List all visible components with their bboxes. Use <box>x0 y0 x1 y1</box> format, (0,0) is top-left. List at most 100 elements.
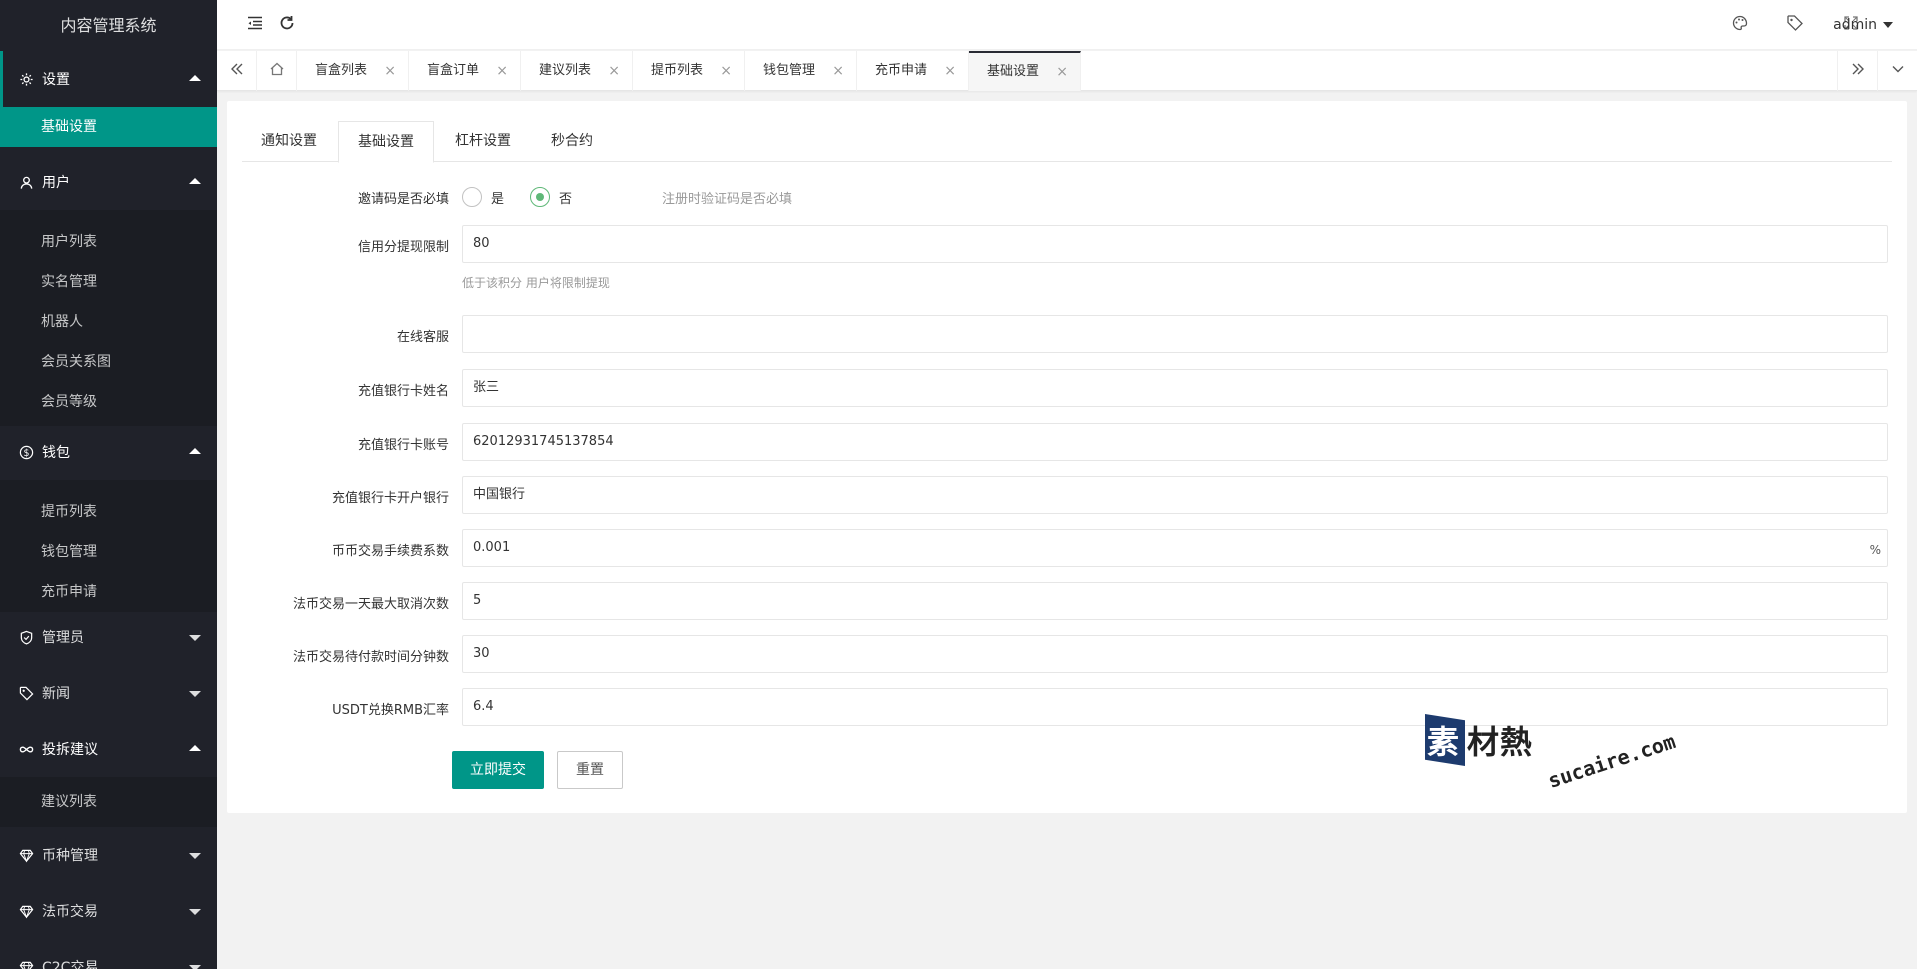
sidebar-group-label: 管理员 <box>42 630 84 646</box>
tabs-scroll-right-button[interactable] <box>1837 51 1877 91</box>
credit-limit-input[interactable]: 80 <box>462 225 1888 263</box>
theme-button[interactable] <box>1715 0 1765 50</box>
radio-circle <box>530 187 550 207</box>
tab-label: 盲盒列表 <box>315 63 368 78</box>
watermark: 素 材熱 sucaire.com <box>1425 712 1678 793</box>
online-service-input[interactable] <box>462 315 1888 353</box>
tab-label: 提币列表 <box>651 63 704 78</box>
sidebar-group-suggestions[interactable]: 投拆建议 <box>0 721 217 777</box>
app-logo-title[interactable]: 内容管理系统 <box>0 0 217 51</box>
page-tabs-bar: 盲盒列表 × 盲盒订单 × 建议列表 × 提币列表 × 钱包管理 × 充币申请 × 基础设置… <box>217 51 1917 91</box>
sidebar-item-basic-settings[interactable]: 基础设置 <box>0 107 217 147</box>
submit-button[interactable]: 立即提交 <box>452 751 544 789</box>
sidebar-group-label: 法币交易 <box>42 904 98 920</box>
chevron-down-icon <box>189 691 201 697</box>
sidebar-group-c2c-trade[interactable]: C2C交易 <box>0 939 217 969</box>
tab-leverage-settings[interactable]: 杠杆设置 <box>436 121 530 162</box>
sidebar-group-label: 钱包 <box>42 445 70 461</box>
home-tab[interactable] <box>257 51 297 91</box>
radio-circle <box>462 187 482 207</box>
pay-timeout-input[interactable]: 30 <box>462 635 1888 673</box>
page-tabs: 盲盒列表 × 盲盒订单 × 建议列表 × 提币列表 × 钱包管理 × 充币申请 × 基础设置… <box>297 51 1081 91</box>
close-icon[interactable]: × <box>944 51 956 91</box>
invite-required-tip: 注册时验证码是否必填 <box>662 192 793 207</box>
bank-branch-input[interactable]: 中国银行 <box>462 476 1888 514</box>
tab-blindbox-list[interactable]: 盲盒列表 × <box>297 51 409 91</box>
percent-suffix: % <box>1869 543 1881 557</box>
settings-tabs: 通知设置 基础设置 杠杆设置 秒合约 <box>242 121 1892 163</box>
sidebar-item-suggestion-list[interactable]: 建议列表 <box>0 782 217 822</box>
double-chevron-right-icon <box>1850 61 1866 81</box>
invite-required-row: 邀请码是否必填 是 否 注册时验证码是否必填 <box>227 181 1907 213</box>
radio-label: 是 <box>491 191 505 207</box>
tab-deposit-apply[interactable]: 充币申请 × <box>857 51 969 91</box>
fee-rate-row: 币币交易手续费系数 0.001 % <box>227 529 1907 567</box>
bank-branch-label: 充值银行卡开户银行 <box>331 491 449 506</box>
credit-limit-label: 信用分提现限制 <box>357 240 449 255</box>
sidebar-item-robot[interactable]: 机器人 <box>0 302 217 342</box>
tab-basic-settings[interactable]: 基础设置 × <box>969 51 1081 91</box>
invite-required-no-radio[interactable]: 否 <box>530 187 572 207</box>
sidebar-group-news[interactable]: 新闻 <box>0 665 217 721</box>
fee-rate-label: 币币交易手续费系数 <box>331 544 449 559</box>
sidebar-group-users[interactable]: 用户 <box>0 154 217 210</box>
cancel-limit-input[interactable]: 5 <box>462 582 1888 620</box>
sidebar-item-deposit-apply[interactable]: 充币申请 <box>0 572 217 612</box>
user-menu[interactable]: admin <box>1833 0 1893 50</box>
sidebar-item-wallet-manage[interactable]: 钱包管理 <box>0 532 217 572</box>
close-icon[interactable]: × <box>496 51 508 91</box>
diamond-icon <box>18 959 34 969</box>
close-icon[interactable]: × <box>1056 53 1068 91</box>
close-icon[interactable]: × <box>608 51 620 91</box>
sidebar-item-realname[interactable]: 实名管理 <box>0 262 217 302</box>
sidebar-item-user-list[interactable]: 用户列表 <box>0 222 217 262</box>
tab-blindbox-orders[interactable]: 盲盒订单 × <box>409 51 521 91</box>
sidebar-group-coin-manage[interactable]: 币种管理 <box>0 827 217 883</box>
sidebar-item-member-graph[interactable]: 会员关系图 <box>0 342 217 382</box>
sidebar-group-settings[interactable]: 设置 <box>0 51 217 107</box>
refresh-button[interactable] <box>262 0 312 50</box>
bank-name-label: 充值银行卡姓名 <box>357 384 449 399</box>
tabs-scroll-left-button[interactable] <box>217 51 257 91</box>
sidebar-group-wallet[interactable]: $ 钱包 <box>0 424 217 480</box>
tab-wallet-manage[interactable]: 钱包管理 × <box>745 51 857 91</box>
settings-card: 通知设置 基础设置 杠杆设置 秒合约 邀请码是否必填 是 否 注册时验证码是否必… <box>227 101 1907 813</box>
online-service-row: 在线客服 <box>227 315 1907 353</box>
pay-timeout-row: 法币交易待付款时间分钟数 30 <box>227 635 1907 673</box>
tab-label: 建议列表 <box>539 63 592 78</box>
online-service-label: 在线客服 <box>396 330 449 345</box>
note-button[interactable] <box>1770 0 1820 50</box>
bank-account-input[interactable]: 62012931745137854 <box>462 423 1888 461</box>
diamond-icon <box>18 847 34 863</box>
sidebar-group-label: 币种管理 <box>42 848 98 864</box>
dollar-icon: $ <box>18 444 34 460</box>
gear-icon <box>18 71 34 87</box>
invite-required-yes-radio[interactable]: 是 <box>462 187 504 207</box>
close-icon[interactable]: × <box>384 51 396 91</box>
sidebar-item-withdraw-list[interactable]: 提币列表 <box>0 492 217 532</box>
tab-basic-settings-form[interactable]: 基础设置 <box>338 121 434 163</box>
tab-second-contract[interactable]: 秒合约 <box>532 121 612 162</box>
close-icon[interactable]: × <box>832 51 844 91</box>
usdt-rate-input[interactable]: 6.4 <box>462 688 1888 726</box>
reset-button[interactable]: 重置 <box>557 751 623 789</box>
bank-account-row: 充值银行卡账号 62012931745137854 <box>227 423 1907 461</box>
credit-limit-help: 低于该积分 用户将限制提现 <box>462 276 610 290</box>
shield-icon <box>18 629 34 645</box>
sidebar-group-admin[interactable]: 管理员 <box>0 609 217 665</box>
diamond-icon <box>18 903 34 919</box>
sidebar-group-label: 投拆建议 <box>42 742 98 758</box>
sidebar-group-fiat-trade[interactable]: 法币交易 <box>0 883 217 939</box>
usdt-rate-label: USDT兑换RMB汇率 <box>332 703 449 718</box>
chevron-down-icon <box>189 965 201 969</box>
fee-rate-input[interactable]: 0.001 <box>462 529 1888 567</box>
close-icon[interactable]: × <box>720 51 732 91</box>
refresh-icon <box>278 14 296 36</box>
sidebar-item-member-level[interactable]: 会员等级 <box>0 382 217 422</box>
tab-notify-settings[interactable]: 通知设置 <box>242 121 336 162</box>
tab-withdraw-list[interactable]: 提币列表 × <box>633 51 745 91</box>
watermark-text: 材熱 <box>1467 723 1534 761</box>
tab-suggestion-list[interactable]: 建议列表 × <box>521 51 633 91</box>
bank-name-input[interactable]: 张三 <box>462 369 1888 407</box>
tabs-menu-button[interactable] <box>1877 51 1917 91</box>
